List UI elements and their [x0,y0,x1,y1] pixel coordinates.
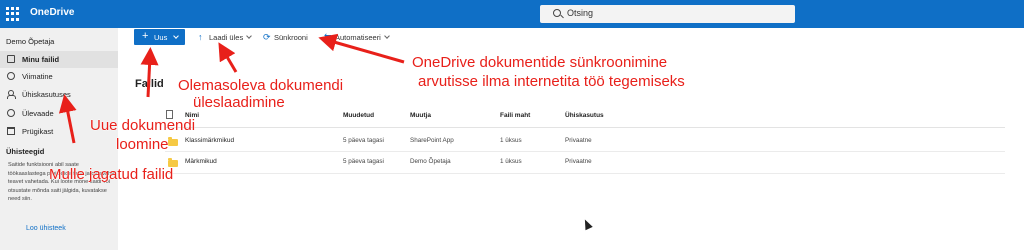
table-row[interactable]: Märkmikud 5 päeva tagasi Demo Õpetaja 1 … [165,152,1005,174]
annotation-upload-line2: üleslaadimine [193,94,286,111]
upload-icon: ↑ [198,32,203,42]
mouse-cursor-icon [581,217,593,231]
sidebar-item-recent[interactable]: Viimatine [0,68,118,85]
column-header-size[interactable]: Faili maht [500,112,530,119]
user-name: Demo Õpetaja [6,37,55,46]
table-header: Nimi Muudetud Muutja Faili maht Ühiskasu… [165,112,1005,124]
shared-libraries-heading: Ühisteegid [6,147,45,156]
row-modified: 5 päeva tagasi [343,137,384,144]
row-modified-by: SharePoint App [410,137,454,144]
sync-button[interactable]: ⟳ Sünkrooni [263,32,308,43]
annotation-sync-line2: arvutisse ilma internetita töö tegemisek… [418,73,686,90]
annotation-shared: Mulle jagatud failid [49,166,174,183]
upload-button[interactable]: ↑ Laadi üles [198,32,253,42]
chevron-down-icon [246,33,253,39]
trash-icon [7,127,15,135]
sidebar-item-label: Viimatine [22,72,53,81]
clock-icon [7,72,15,80]
sync-icon: ⟳ [263,32,271,42]
upload-arrow [218,42,238,73]
column-header-sharing[interactable]: Ühiskasutus [565,112,604,119]
automate-button[interactable]: ⇆ Automatiseeri [324,32,390,43]
row-size: 1 üksus [500,137,522,144]
table-row[interactable]: Klassimärkmikud 5 päeva tagasi SharePoin… [165,130,1005,152]
sidebar-item-label: Minu failid [22,55,60,64]
sidebar-item-my-files[interactable]: Minu failid [0,51,118,68]
annotation-new-line2: loomine [116,136,169,153]
search-icon [553,9,561,17]
row-name[interactable]: Klassimärkmikud [185,137,234,144]
folder-icon [7,55,15,63]
chevron-down-icon [173,33,179,39]
annotation-new-line1: Uue dokumendi [90,117,196,134]
people-icon [7,90,16,99]
row-modified-by: Demo Õpetaja [410,158,451,165]
row-name[interactable]: Märkmikud [185,158,217,165]
page-title: Failid [135,78,164,90]
row-modified: 5 päeva tagasi [343,158,384,165]
sidebar-item-label: Prügikast [22,127,54,136]
search-input[interactable]: Otsing [540,5,795,23]
new-button[interactable]: + Uus [134,29,185,45]
annotation-upload-line1: Olemasoleva dokumendi [178,77,344,94]
flow-icon: ⇆ [324,32,332,42]
column-header-modified[interactable]: Muudetud [343,112,374,119]
create-shared-library-link[interactable]: Loo ühisteek [26,225,66,232]
app-title[interactable]: OneDrive [30,7,74,18]
search-placeholder: Otsing [567,8,594,18]
folder-icon [168,137,178,146]
new-arrow [140,47,159,98]
sidebar: Demo Õpetaja Minu failid Viimatine Ühisk… [0,28,118,250]
app-launcher-icon[interactable] [6,7,20,21]
sidebar-item-label: Ühiskasutuses [22,90,71,99]
sidebar-item-label: Ülevaade [22,109,54,118]
annotation-sync-line1: OneDrive dokumentide sünkroonimine [412,54,668,71]
chevron-down-icon [384,33,390,39]
lightbulb-icon [7,109,15,117]
top-bar: OneDrive Otsing [0,0,1024,28]
plus-icon: + [142,30,149,42]
row-size: 1 üksus [500,158,522,165]
column-header-modified-by[interactable]: Muutja [410,112,431,119]
command-bar: + Uus ↑ Laadi üles ⟳ Sünkrooni ⇆ Automatise… [118,28,1024,48]
sidebar-item-shared[interactable]: Ühiskasutuses [0,86,118,103]
header-divider [165,127,1005,128]
row-sharing: Privaatne [565,158,592,165]
row-sharing: Privaatne [565,137,592,144]
